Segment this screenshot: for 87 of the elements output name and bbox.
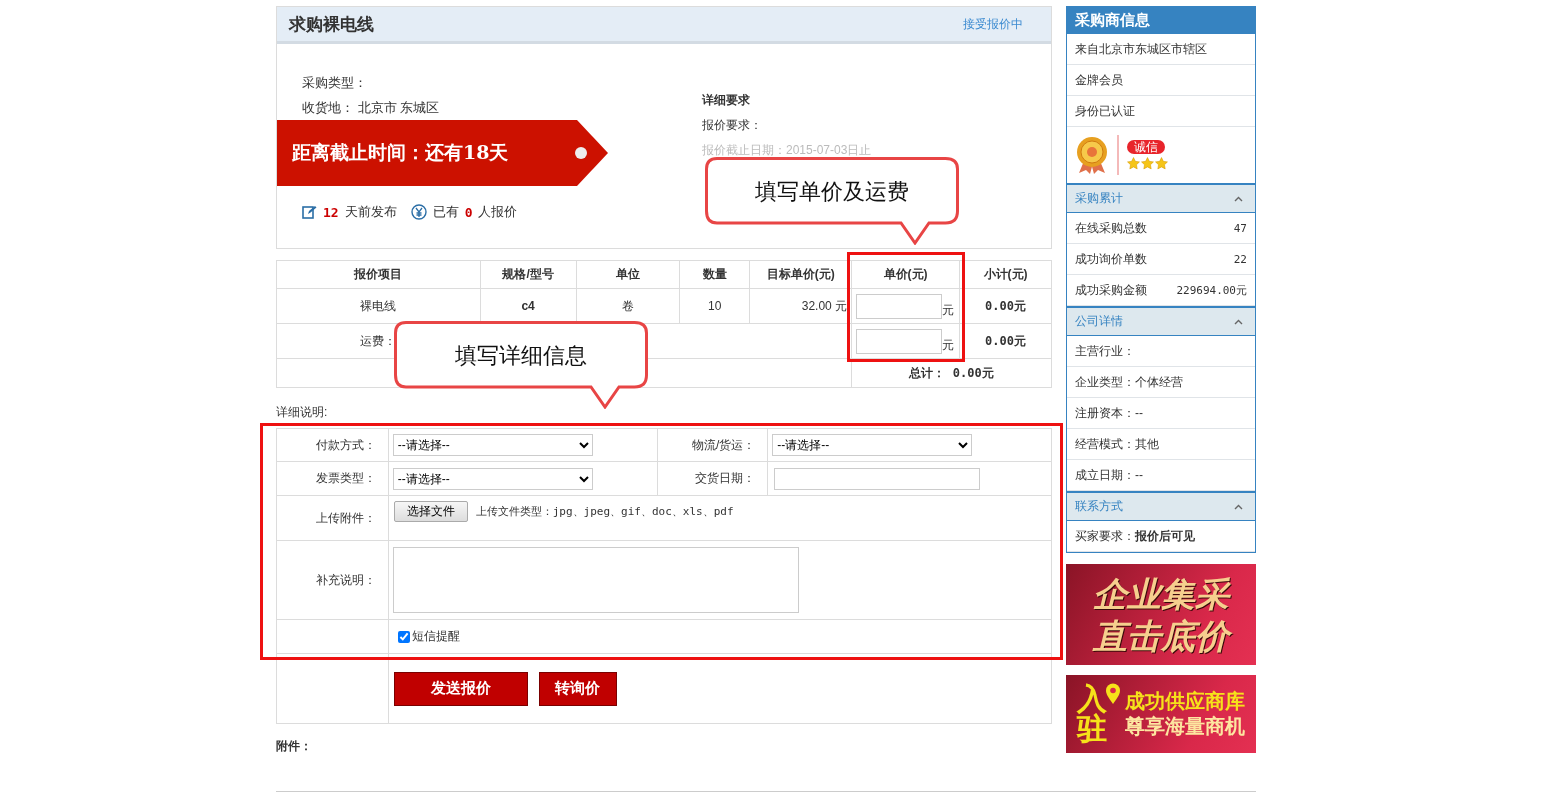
column-header: 报价项目 [276,260,481,289]
quotes-count: 0 [464,204,473,220]
info-line: 经营模式：其他 [1075,435,1159,453]
choose-file-button[interactable]: 选择文件 [393,501,468,522]
promo-banner[interactable]: 入 驻 成功供应商库 尊享海量商机 [1066,675,1256,753]
table-cell: 32.00 元 [749,288,852,324]
payment-select[interactable]: --请选择-- [392,434,593,456]
table-cell: 元 [851,288,960,324]
callout-text: 填写单价及运费 [754,178,910,206]
star-icon [1127,157,1140,170]
request-title: 求购裸电线 [289,13,374,36]
stat-value: 47 [1233,221,1247,235]
buyer-info: 来自北京市东城区市辖区 [1075,40,1207,58]
chevron-up-icon[interactable] [1234,195,1243,202]
field-label: 发票类型： [276,461,389,496]
days-count: 12 [323,204,339,220]
sms-reminder-checkbox[interactable] [397,630,410,643]
buyer-info: 身份已认证 [1075,102,1135,120]
days-text: 天前发布 [344,203,397,221]
field-label: 付款方式： [276,428,389,462]
requirement-line: 报价截止日期：2015-07-03日止 [702,142,873,159]
stat-label: 成功采购金额 [1075,281,1147,299]
field-label: 补充说明： [276,540,389,620]
table-cell: 0.00元 [959,288,1052,324]
field-label: 物流/货运： [658,428,768,462]
edit-icon [302,205,317,219]
date-input[interactable] [774,467,981,490]
info-line: 企业类型：个体经营 [1075,373,1183,391]
stat-value: 229694.00元 [1176,282,1247,298]
table-cell: 0.00元 [959,323,1052,359]
requirements-heading: 详细要求 [702,92,751,109]
logistics-select[interactable]: --请选择-- [772,434,973,456]
quotes-prefix: 已有 [432,203,459,221]
chevron-up-icon[interactable] [1234,503,1243,510]
medal-icon [1075,135,1109,175]
promo-banner[interactable]: 企业集采 直击底价 [1066,564,1256,665]
invoice-select[interactable]: --请选择-- [392,467,593,490]
star-icon [1141,157,1154,170]
section-header[interactable]: 联系方式 [1067,491,1255,521]
stat-label: 在线采购总数 [1075,219,1147,237]
quotes-text: 人报价 [478,203,518,221]
column-header: 单位 [576,260,680,289]
yen-coin-icon [410,204,427,220]
banner-headline: 尊享海量商机 [1125,714,1245,739]
stat-value: 22 [1233,252,1247,266]
integrity-badge: 诚信 [1127,140,1165,154]
column-header: 小计(元) [959,260,1052,289]
column-header: 目标单价(元) [749,260,852,289]
banner-headline: 成功供应商库 [1125,689,1245,714]
field-label: 交货日期： [658,461,768,496]
banner-headline: 直击底价 [1087,614,1235,657]
requirement-line: 报价要求： [702,117,763,134]
checkbox-label: 短信提醒 [411,628,460,645]
status-link[interactable]: 接受报价中 [963,15,1023,33]
banner-headline: 企业集采 [1092,573,1232,615]
panel-title: 采购商信息 [1067,6,1255,34]
field-label: 上传附件： [276,495,389,541]
countdown-text: 距离截止时间：还有18天 [292,140,509,165]
info-line: 主营行业： [1075,342,1135,360]
banner-character: 驻 [1077,714,1107,744]
freight-input[interactable] [856,328,943,354]
table-cell: 元 [851,323,960,359]
chevron-up-icon[interactable] [1234,318,1243,325]
info-line: 注册资本：-- [1075,404,1143,422]
info-line: 买家要求：报价后可见 [1075,527,1195,545]
location-pin-icon [1105,683,1121,705]
banner-character: 入 [1077,684,1107,714]
table-cell: 10 [679,288,750,324]
section-header[interactable]: 采购累计 [1067,183,1255,213]
info-line: 采购类型： [301,74,368,92]
column-header: 数量 [679,260,750,289]
ribbon-dot [575,147,587,159]
info-line: 收货地： 北京市 东城区 [301,99,441,117]
send-quote-button[interactable]: 发送报价 [393,671,528,706]
column-header: 单价(元) [851,260,960,289]
buyer-info: 金牌会员 [1075,71,1123,89]
file-type-hint: 上传文件类型：jpg、jpeg、gif、doc、xls、pdf [475,504,734,519]
column-header: 规格/型号 [480,260,576,289]
info-line: 成立日期：-- [1075,466,1143,484]
star-icon [1155,157,1168,170]
unit-price-input[interactable] [856,293,943,319]
stat-label: 成功询价单数 [1075,250,1147,268]
total-cell: 总计： 0.00元 [851,358,1052,388]
section-header[interactable]: 公司详情 [1067,306,1255,336]
section-label: 详细说明: [276,404,329,421]
attachment-label: 附件： [276,738,313,755]
inquiry-button[interactable]: 转询价 [538,671,617,706]
